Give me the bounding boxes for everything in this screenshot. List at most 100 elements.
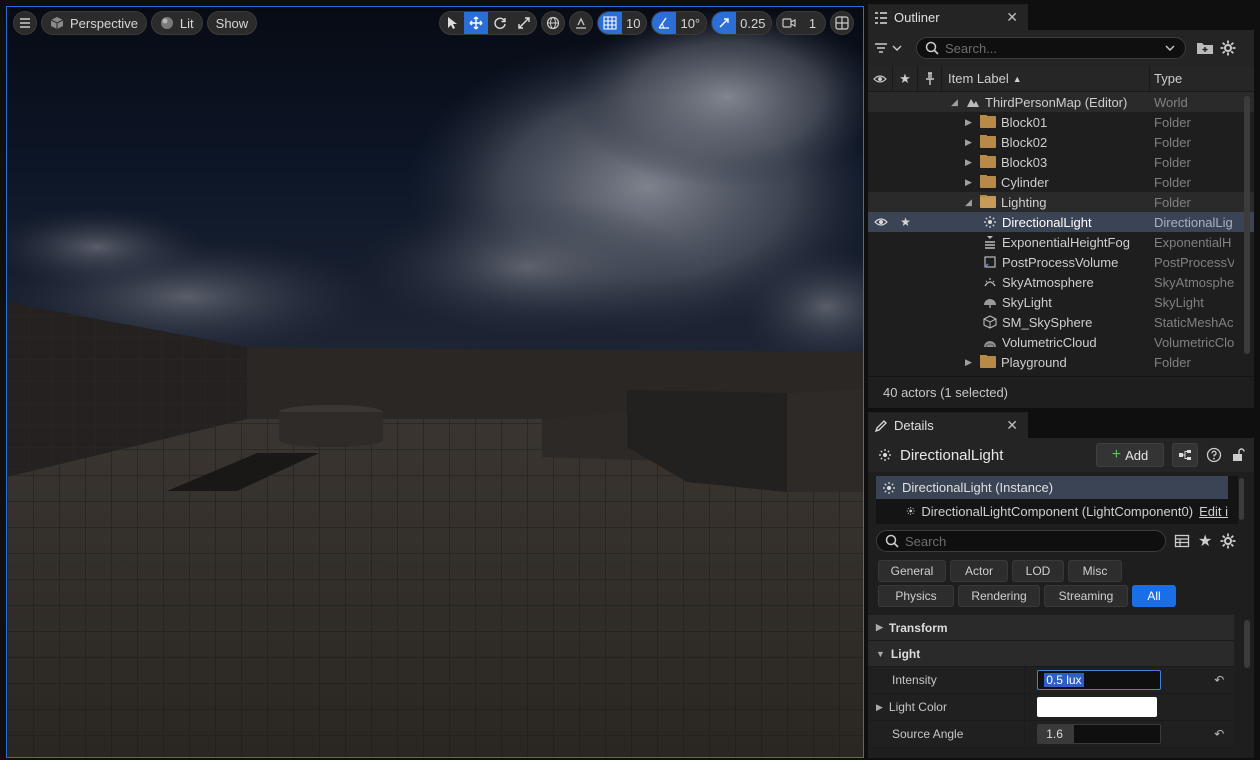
close-icon[interactable]: ✕ bbox=[1006, 417, 1018, 434]
select-mode-button[interactable] bbox=[440, 12, 464, 34]
star-icon[interactable]: ★ bbox=[1198, 531, 1212, 551]
favorite-column[interactable]: ★ bbox=[893, 65, 918, 92]
grid-snap-toggle[interactable] bbox=[598, 12, 622, 34]
chevron-down-icon[interactable] bbox=[1163, 41, 1177, 55]
tree-row-folder[interactable]: ▶ Block01 Folder bbox=[868, 112, 1254, 132]
pin-column[interactable] bbox=[918, 65, 942, 92]
viewport-layout-button[interactable] bbox=[830, 11, 855, 35]
rotation-snap-toggle[interactable] bbox=[652, 12, 677, 34]
scale-mode-button[interactable] bbox=[512, 12, 536, 34]
collapsed-arrow-icon[interactable]: ▶ bbox=[965, 137, 975, 148]
filter-all[interactable]: All bbox=[1132, 585, 1176, 607]
filter-general[interactable]: General bbox=[878, 560, 946, 582]
row-label: Block03 bbox=[1001, 154, 1048, 170]
outliner-search-input[interactable]: Search... bbox=[916, 37, 1186, 59]
viewport-scene[interactable] bbox=[7, 7, 864, 758]
reset-to-default-icon[interactable]: ↶ bbox=[1205, 673, 1234, 687]
collapsed-arrow-icon[interactable]: ▶ bbox=[965, 117, 975, 128]
tree-row-folder[interactable]: ▶ Cylinder Folder bbox=[868, 172, 1254, 192]
visibility-toggle[interactable] bbox=[868, 215, 893, 229]
tree-row-actor[interactable]: SkyLight SkyLight bbox=[868, 292, 1254, 312]
filter-streaming[interactable]: Streaming bbox=[1044, 585, 1128, 607]
type-column[interactable]: Type bbox=[1150, 66, 1230, 92]
add-folder-icon[interactable] bbox=[1196, 40, 1214, 56]
tree-row-actor[interactable]: SM_SkySphere StaticMeshAc bbox=[868, 312, 1254, 332]
tree-row-actor[interactable]: ExponentialHeightFog ExponentialH bbox=[868, 232, 1254, 252]
table-view-icon[interactable] bbox=[1174, 533, 1190, 549]
expand-arrow-icon[interactable]: ◢ bbox=[951, 97, 961, 108]
details-scrollbar[interactable] bbox=[1244, 620, 1250, 668]
intensity-field[interactable]: 0.5 lux bbox=[1037, 670, 1162, 690]
lock-icon[interactable] bbox=[1230, 447, 1246, 463]
tab-details[interactable]: Details ✕ bbox=[868, 412, 1028, 438]
add-component-button[interactable]: + Add bbox=[1096, 443, 1164, 467]
perspective-button[interactable]: Perspective bbox=[41, 11, 147, 35]
section-light[interactable]: ▼ Light bbox=[868, 641, 1234, 667]
close-icon[interactable]: ✕ bbox=[1006, 9, 1018, 26]
folder-icon bbox=[980, 134, 996, 148]
editor-window: Perspective Lit Show 10 10° 0.25 1 Outli… bbox=[0, 0, 1260, 760]
collapsed-arrow-icon[interactable]: ▶ bbox=[965, 157, 975, 168]
world-local-button[interactable] bbox=[541, 11, 565, 35]
details-search-input[interactable]: Search bbox=[876, 530, 1166, 552]
tree-row-actor[interactable]: PostProcessVolume PostProcessV bbox=[868, 252, 1254, 272]
cursor-icon bbox=[448, 17, 457, 29]
favorite-toggle[interactable]: ★ bbox=[893, 215, 918, 229]
filter-lod[interactable]: LOD bbox=[1012, 560, 1064, 582]
reset-to-default-icon[interactable]: ↶ bbox=[1205, 727, 1234, 741]
help-icon[interactable] bbox=[1206, 447, 1222, 463]
collapsed-arrow-icon[interactable]: ▶ bbox=[965, 357, 975, 368]
visibility-column[interactable] bbox=[868, 65, 893, 92]
skylight-icon bbox=[984, 299, 996, 308]
component-scrollbar[interactable] bbox=[1239, 478, 1244, 520]
translate-mode-button[interactable] bbox=[464, 12, 488, 34]
intensity-label: Intensity bbox=[868, 666, 1026, 694]
edit-in-blueprint-link[interactable]: Edit i bbox=[1199, 504, 1228, 519]
component-row-light[interactable]: DirectionalLightComponent (LightComponen… bbox=[876, 499, 1228, 523]
component-row-instance[interactable]: DirectionalLight (Instance) bbox=[876, 476, 1228, 499]
collapsed-arrow-icon[interactable]: ▶ bbox=[876, 702, 883, 713]
outliner-scrollbar[interactable] bbox=[1244, 96, 1250, 354]
filter-misc[interactable]: Misc bbox=[1068, 560, 1122, 582]
tree-row-world[interactable]: ◢ ThirdPersonMap (Editor) World bbox=[868, 92, 1254, 112]
camera-speed-button[interactable] bbox=[777, 12, 801, 34]
tree-row-folder-lighting[interactable]: ◢ Lighting Folder bbox=[868, 192, 1254, 212]
source-angle-label: Source Angle bbox=[868, 720, 1026, 748]
tree-row-directional-light[interactable]: ★ DirectionalLight DirectionalLig bbox=[868, 212, 1254, 232]
row-label: Block02 bbox=[1001, 134, 1048, 150]
tree-row-actor[interactable]: VolumetricCloud VolumetricClo bbox=[868, 332, 1254, 352]
tree-row-actor[interactable]: SkyAtmosphere SkyAtmosphe bbox=[868, 272, 1254, 292]
surface-snap-button[interactable] bbox=[569, 11, 593, 35]
lit-sphere-icon bbox=[160, 17, 173, 29]
item-label-column[interactable]: Item Label ▲ bbox=[942, 65, 1150, 92]
viewport-menu-button[interactable] bbox=[13, 11, 37, 35]
filter-physics[interactable]: Physics bbox=[878, 585, 954, 607]
tree-row-folder[interactable]: ▶ Block03 Folder bbox=[868, 152, 1254, 172]
sort-ascending-icon: ▲ bbox=[1012, 73, 1022, 84]
filter-actor[interactable]: Actor bbox=[950, 560, 1008, 582]
light-color-swatch[interactable] bbox=[1037, 697, 1157, 717]
scale-snap-toggle[interactable] bbox=[712, 12, 737, 34]
gear-icon[interactable] bbox=[1220, 40, 1236, 56]
filter-rendering[interactable]: Rendering bbox=[958, 585, 1040, 607]
collapsed-arrow-icon[interactable]: ▶ bbox=[965, 177, 975, 188]
show-button[interactable]: Show bbox=[206, 11, 258, 35]
filter-button[interactable] bbox=[874, 41, 910, 55]
tree-row-folder[interactable]: ▶ Playground Folder bbox=[868, 352, 1254, 372]
rotation-snap-value[interactable]: 10° bbox=[676, 12, 706, 34]
expand-arrow-icon[interactable]: ◢ bbox=[965, 197, 975, 208]
rotate-mode-button[interactable] bbox=[488, 12, 512, 34]
source-angle-field[interactable]: 1.6 bbox=[1037, 724, 1162, 744]
view-mode-button[interactable]: Lit bbox=[150, 11, 203, 35]
section-transform[interactable]: ▶ Transform bbox=[868, 615, 1234, 641]
grid-snap-value[interactable]: 10 bbox=[622, 12, 646, 34]
gear-icon[interactable] bbox=[1220, 533, 1236, 549]
tab-outliner[interactable]: Outliner ✕ bbox=[868, 4, 1028, 30]
blueprint-button[interactable] bbox=[1172, 443, 1198, 467]
scale-snap-value[interactable]: 0.25 bbox=[736, 12, 771, 34]
fog-icon bbox=[985, 236, 995, 249]
tree-row-folder[interactable]: ▶ Block02 Folder bbox=[868, 132, 1254, 152]
actor-name[interactable]: DirectionalLight bbox=[900, 447, 1003, 464]
camera-speed-value[interactable]: 1 bbox=[801, 12, 825, 34]
level-viewport[interactable]: Perspective Lit Show 10 10° 0.25 1 bbox=[6, 6, 864, 758]
